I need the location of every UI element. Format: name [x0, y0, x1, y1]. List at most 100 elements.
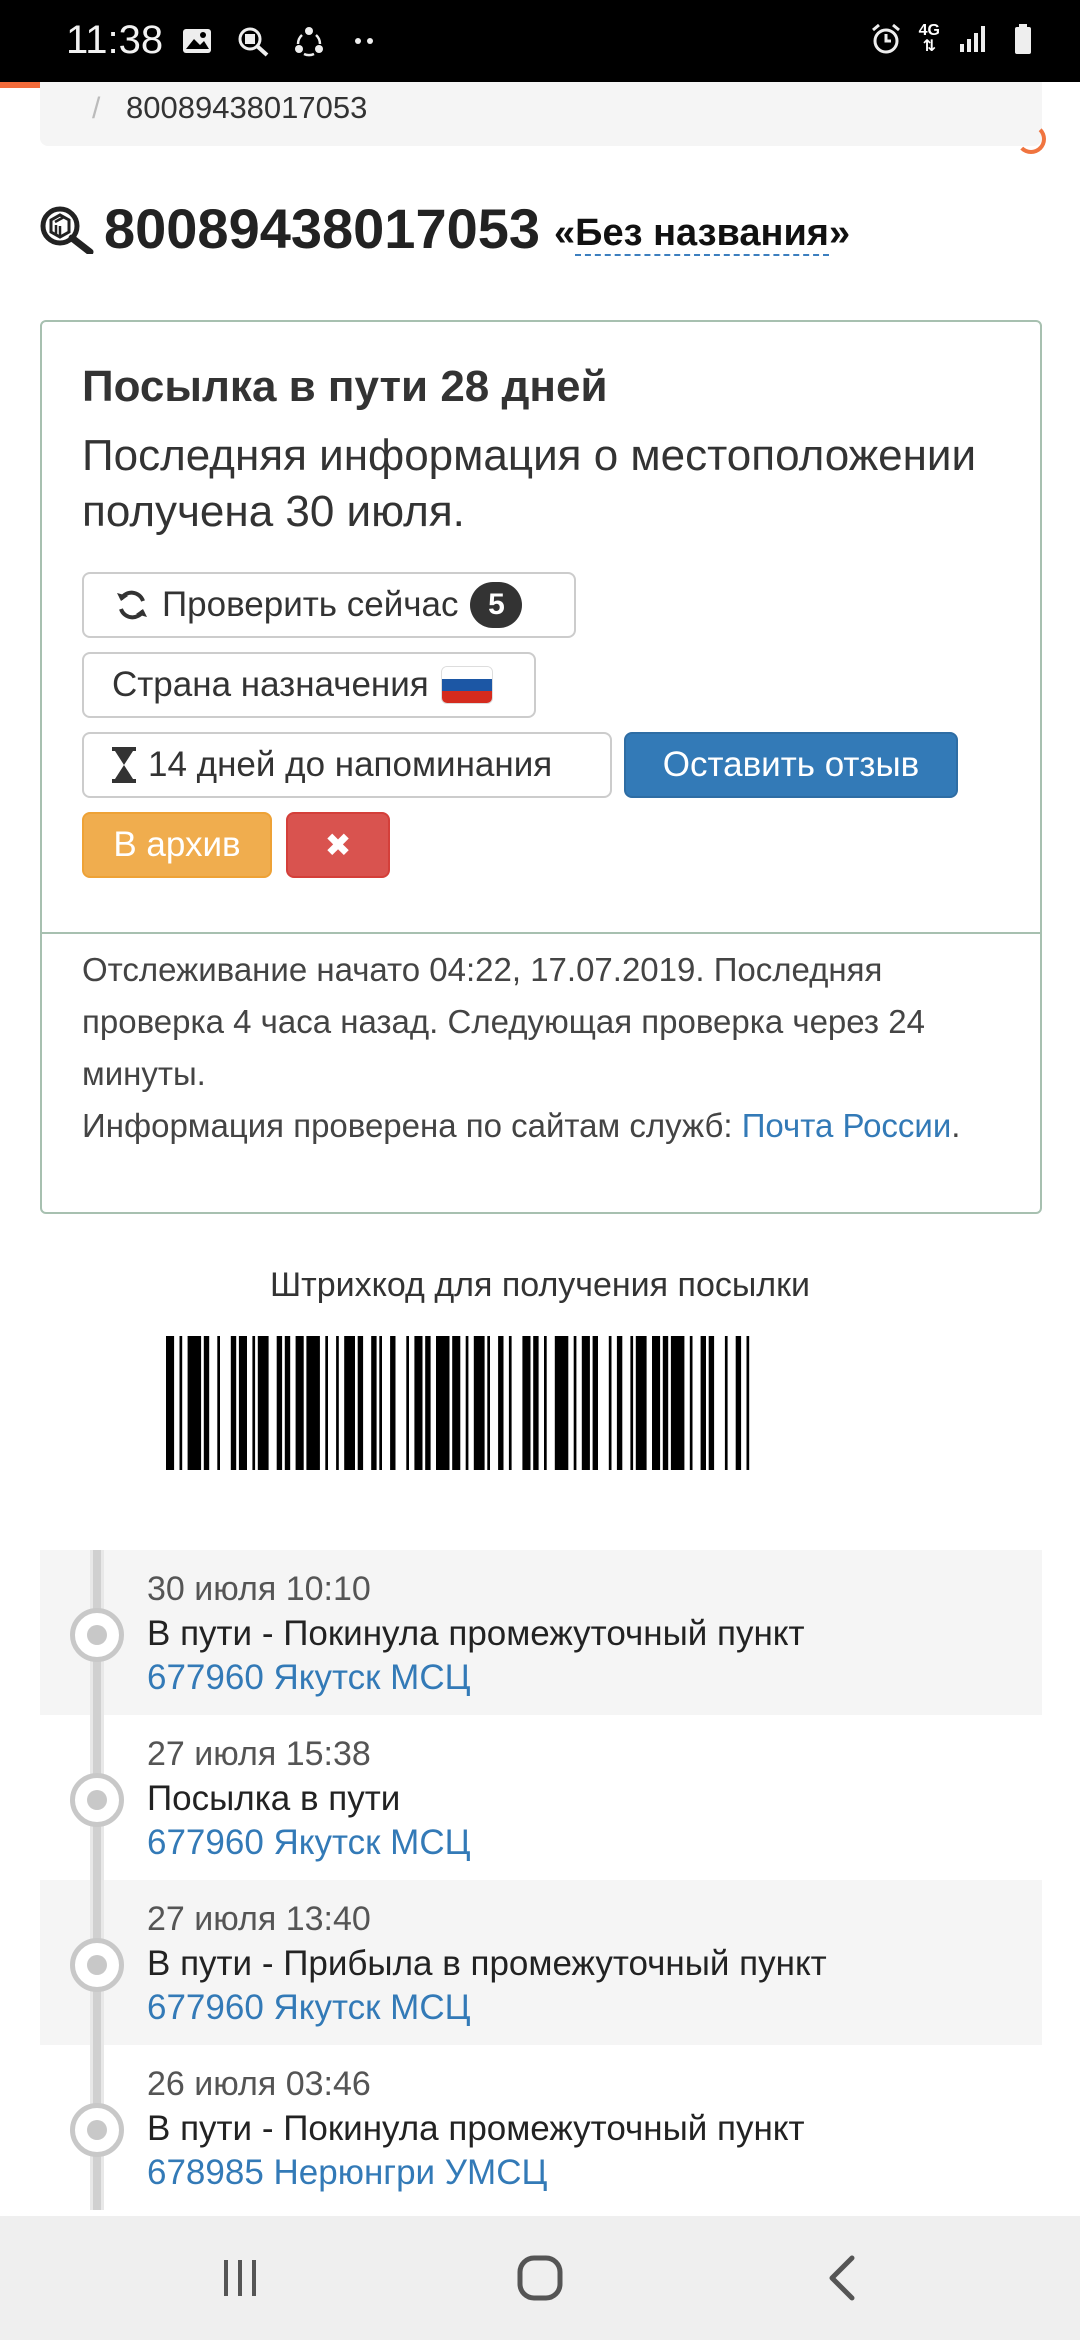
checked-suffix: . [951, 1107, 961, 1144]
refresh-icon [117, 590, 147, 620]
barcode-bar [187, 1336, 202, 1470]
image-icon [183, 29, 211, 53]
tracking-info: Отслеживание начато 04:22, 17.07.2019. П… [82, 944, 1022, 1152]
event-status: В пути - Прибыла в промежуточный пункт [147, 1944, 827, 1983]
barcode-image [166, 1336, 750, 1470]
sync-icon [295, 27, 323, 57]
barcode-title: Штрихкод для получения посылки [270, 1266, 810, 1304]
delete-button[interactable]: ✖ [286, 812, 390, 878]
barcode-bar [406, 1336, 409, 1470]
barcode-bar [179, 1336, 183, 1470]
event-place-link[interactable]: 677960 Якутск МСЦ [147, 1823, 471, 1863]
recent-apps-icon[interactable] [208, 2246, 272, 2310]
barcode-bar [689, 1336, 693, 1470]
leave-review-button[interactable]: Оставить отзыв [624, 732, 958, 798]
loading-spinner-icon [1016, 124, 1046, 154]
timeline-event: 26 июля 03:46 В пути - Покинула промежут… [40, 2045, 1042, 2210]
status-panel-header: Посылка в пути 28 дней Последняя информа… [42, 322, 1040, 934]
russia-flag-icon [440, 666, 493, 704]
barcode-bar [252, 1336, 256, 1470]
tracking-started-text: Отслеживание начато 04:22, 17.07.2019. П… [82, 951, 925, 1092]
event-date: 26 июля 03:46 [147, 2065, 371, 2103]
quote-open: « [554, 212, 576, 254]
barcode-bar [371, 1336, 377, 1470]
barcode-bar [425, 1336, 431, 1470]
timeline-dot-icon [70, 1938, 124, 1992]
alarm-icon [871, 23, 900, 54]
barcode-bar [592, 1336, 598, 1470]
close-icon: ✖ [324, 827, 352, 863]
track-search-icon [40, 206, 94, 254]
parcel-name-editable[interactable]: Без названия [575, 212, 829, 256]
barcode-bar [295, 1336, 304, 1470]
check-count-badge: 5 [470, 582, 523, 628]
barcode-bar [238, 1336, 247, 1470]
event-date: 27 июля 13:40 [147, 1900, 371, 1938]
notification-icons [180, 24, 382, 58]
system-nav-bar [0, 2216, 1080, 2340]
event-place-link[interactable]: 677960 Якутск МСЦ [147, 1988, 471, 2028]
check-now-button[interactable]: Проверить сейчас 5 [82, 572, 576, 638]
4g-lte-icon: 4G ⇅ [918, 22, 940, 55]
barcode-bar [635, 1336, 647, 1470]
hourglass-icon [112, 747, 136, 783]
barcode-bar [257, 1336, 269, 1470]
barcode-bar [652, 1336, 661, 1470]
timeline-dot-icon [70, 2103, 124, 2157]
status-text: Последняя информация о местоположении по… [82, 431, 977, 536]
barcode-bar [465, 1336, 469, 1470]
barcode-bar [414, 1336, 423, 1470]
timeline-event: 27 июля 13:40 В пути - Прибыла в промежу… [40, 1880, 1042, 2045]
more-dots-icon [355, 38, 373, 44]
event-status: Посылка в пути [147, 1779, 401, 1818]
checked-by-services: Информация проверена по сайтам служб: По… [82, 1100, 1022, 1152]
barcode-bar [508, 1336, 512, 1470]
event-place-link[interactable]: 678985 Нерюнгри УМСЦ [147, 2153, 547, 2193]
barcode-bar [357, 1336, 364, 1470]
archive-button[interactable]: В архив [82, 812, 272, 878]
timeline-dot-icon [70, 1773, 124, 1827]
system-icons: 4G ⇅ [869, 22, 1040, 56]
barcode-bar [608, 1336, 612, 1470]
barcode-bar [436, 1336, 450, 1470]
barcode-bar [616, 1336, 623, 1470]
signal-icon [960, 26, 985, 52]
barcode-bar [325, 1336, 328, 1470]
home-icon[interactable] [508, 2246, 572, 2310]
track-app-icon [238, 27, 269, 57]
leave-review-label: Оставить отзыв [662, 745, 920, 784]
parcel-name[interactable]: «Без названия» [554, 212, 851, 256]
barcode-bar [276, 1336, 283, 1470]
timeline-dot-icon [70, 1608, 124, 1662]
barcode-bar [498, 1336, 504, 1470]
event-status: В пути - Покинула промежуточный пункт [147, 1614, 805, 1653]
status-title: Посылка в пути 28 дней [82, 362, 608, 411]
quote-close: » [828, 212, 851, 254]
barcode-bar [230, 1336, 237, 1470]
barcode-bar [284, 1336, 291, 1470]
barcode-bar [217, 1336, 220, 1470]
barcode-bar [573, 1336, 577, 1470]
destination-country-label: Страна назначения [112, 665, 429, 704]
reminder-label: 14 дней до напоминания [148, 745, 553, 784]
barcode-bar [452, 1336, 461, 1470]
back-icon[interactable] [812, 2246, 876, 2310]
event-place-link[interactable]: 677960 Якутск МСЦ [147, 1658, 471, 1698]
barcode-bar [670, 1336, 685, 1470]
status-bar: 11:38 4G ⇅ [0, 0, 1080, 82]
barcode-bar [203, 1336, 210, 1470]
destination-country-button[interactable]: Страна назначения [82, 652, 536, 718]
barcode-bar [544, 1336, 547, 1470]
page-title: 80089438017053 «Без названия» [38, 196, 850, 261]
barcode-bar [735, 1336, 742, 1470]
barcode-bar [533, 1336, 539, 1470]
barcode-bar [581, 1336, 590, 1470]
service-link-russian-post[interactable]: Почта России [742, 1107, 952, 1144]
barcode-bar [306, 1336, 320, 1470]
reminder-button[interactable]: 14 дней до напоминания [82, 732, 612, 798]
barcode-bar [379, 1336, 382, 1470]
breadcrumb: / 80089438017053 [40, 82, 1042, 146]
barcode-bar [724, 1336, 728, 1470]
barcode-bar [662, 1336, 669, 1470]
check-now-label: Проверить сейчас [162, 585, 459, 624]
